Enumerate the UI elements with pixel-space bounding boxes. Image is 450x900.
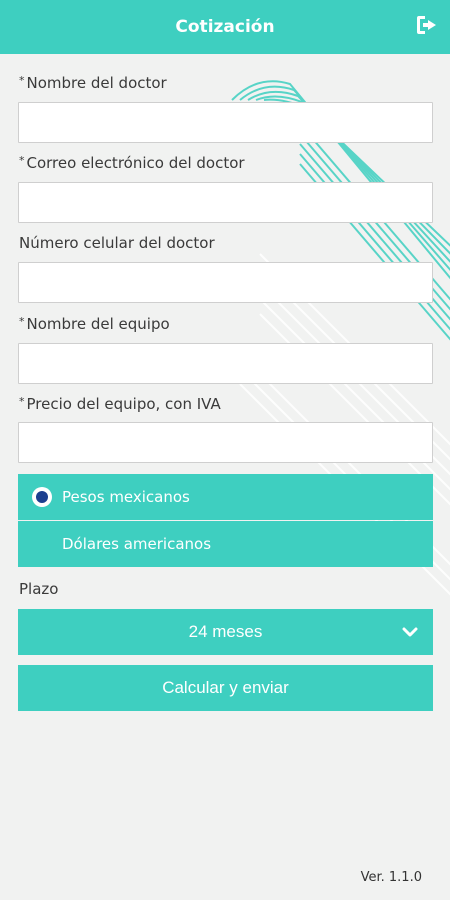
calculate-send-button[interactable]: Calcular y enviar [18,665,433,711]
plazo-select[interactable]: 24 meses [18,609,433,655]
equipment-price-label: * Precio del equipo, con IVA [19,395,221,413]
sign-out-icon[interactable] [415,13,441,37]
currency-option-dollars[interactable]: Dólares americanos [18,521,433,567]
plazo-label: Plazo [19,580,59,598]
chevron-down-icon [402,627,418,637]
currency-radio-group: Pesos mexicanos Dólares americanos [18,474,433,567]
equipment-price-input[interactable] [18,422,433,463]
doctor-name-input[interactable] [18,102,433,143]
currency-option-pesos[interactable]: Pesos mexicanos [18,474,433,520]
app-header: Cotización [0,0,450,54]
doctor-email-input[interactable] [18,182,433,223]
radio-selected-icon [32,487,52,507]
doctor-name-label: * Nombre del doctor [19,74,167,92]
equipment-name-input[interactable] [18,343,433,384]
page-title: Cotización [175,17,275,37]
doctor-phone-input[interactable] [18,262,433,303]
equipment-name-label: * Nombre del equipo [19,315,170,333]
plazo-selected-value: 24 meses [188,622,263,641]
doctor-email-label: * Correo electrónico del doctor [19,154,245,172]
doctor-phone-label: Número celular del doctor [19,234,215,252]
version-label: Ver. 1.1.0 [360,870,422,885]
